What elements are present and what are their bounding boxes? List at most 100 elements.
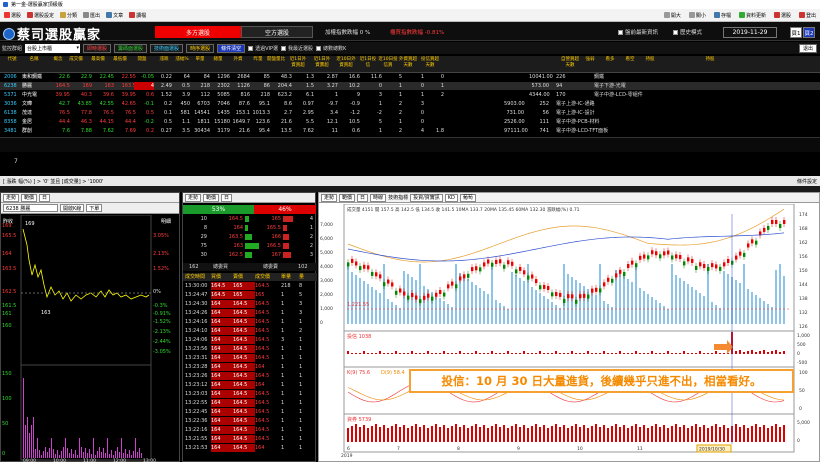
tab-day-3[interactable]: 日 bbox=[357, 193, 369, 202]
column-header[interactable]: 看多 bbox=[600, 57, 620, 63]
page-tab-1[interactable]: 頁1 bbox=[790, 27, 802, 38]
column-header[interactable]: 自營買超天數 bbox=[560, 57, 580, 69]
table-row[interactable]: 8358 金居 44.4 46.3 44.15 44.4 -0.2 0.5 1.1 1811 151… bbox=[0, 118, 820, 126]
stock-select[interactable]: 6238 勝麗 bbox=[3, 204, 58, 212]
column-header[interactable]: 近10日外資買超 bbox=[336, 57, 356, 69]
menu-item-article[interactable]: 文章 bbox=[104, 12, 125, 19]
column-header[interactable]: 昨量 bbox=[248, 57, 268, 63]
chip-select-button[interactable]: 籌碼面選股 bbox=[114, 43, 148, 53]
investor-bar bbox=[503, 353, 505, 354]
candle-body bbox=[671, 255, 674, 260]
column-header[interactable]: 開盤量比 bbox=[266, 57, 286, 63]
realtime-select-button[interactable]: 即時選股 bbox=[83, 43, 112, 53]
column-header[interactable]: 持股 bbox=[700, 57, 720, 63]
update-button[interactable]: 資料更新 bbox=[737, 12, 768, 19]
tab-day-2[interactable]: 日 bbox=[221, 193, 233, 202]
column-header[interactable]: 漲幅% bbox=[172, 57, 192, 63]
table-row[interactable]: 6238 勝麗 164.5 169 163 163.5 4 2.49 0.5 218 2302 112… bbox=[0, 82, 820, 90]
book-cell: 29 bbox=[200, 234, 207, 240]
period-select[interactable]: 時線 bbox=[370, 193, 387, 202]
indicator-select[interactable]: KD bbox=[444, 193, 458, 202]
time-select-button[interactable]: 時序選股 bbox=[186, 43, 215, 53]
candle-body bbox=[503, 264, 506, 269]
source-select[interactable]: 投資/資實訊 bbox=[410, 193, 443, 202]
app-icon bbox=[3, 2, 8, 7]
order-button[interactable]: 下單 bbox=[86, 204, 103, 212]
zoom-in-button[interactable]: 開大 bbox=[662, 12, 683, 19]
menu-item-load[interactable]: 讀檔 bbox=[127, 12, 148, 19]
history-check[interactable]: 歷史模式 bbox=[673, 28, 702, 36]
open-kline-button[interactable]: 開啟K線 bbox=[60, 204, 85, 212]
vip-checkbox[interactable] bbox=[248, 45, 254, 51]
menu-item-export[interactable]: 匯出 bbox=[81, 12, 102, 19]
vip-check[interactable]: 透過VIP選 bbox=[248, 45, 278, 52]
logout-button[interactable]: 登出 bbox=[797, 12, 818, 19]
column-header[interactable]: 外資買超天數 bbox=[398, 57, 418, 69]
history-checkbox[interactable] bbox=[673, 30, 678, 35]
column-header[interactable]: 投信買超天數 bbox=[420, 57, 440, 69]
table-cell: 169 bbox=[82, 83, 92, 89]
column-header[interactable]: 總量 bbox=[208, 57, 228, 63]
style-select[interactable]: 葡萄 bbox=[459, 193, 476, 202]
menu-item-select[interactable]: 選股 bbox=[2, 12, 23, 19]
tab-price-3[interactable]: 範價 bbox=[339, 193, 356, 202]
recent-checkbox[interactable] bbox=[281, 45, 287, 51]
tab-price[interactable]: 範價 bbox=[21, 193, 38, 202]
table-cell: 11.6 bbox=[370, 74, 382, 80]
detail-cell: 164 bbox=[211, 408, 233, 416]
table-row[interactable]: 3036 文曄 42.7 43.85 42.55 42.65 -0.1 0.2 450 6703 7… bbox=[0, 100, 820, 108]
column-header[interactable]: 代號 bbox=[2, 57, 22, 63]
column-header[interactable]: 近1日外資賣超 bbox=[312, 57, 332, 69]
tab-price-2[interactable]: 範價 bbox=[203, 193, 220, 202]
kd-axis-label: 0 bbox=[799, 406, 802, 412]
column-header[interactable]: 成交價 bbox=[66, 57, 86, 63]
total-check[interactable]: 總數總數K bbox=[316, 45, 346, 52]
table-cell: 44.15 bbox=[99, 119, 114, 125]
tech-select-button[interactable]: 技術面選股 bbox=[150, 43, 184, 53]
save-button[interactable]: 存檔 bbox=[712, 12, 733, 19]
tab-short-select[interactable]: 空方選股 bbox=[241, 26, 313, 38]
tab-trend-2[interactable]: 走勢 bbox=[185, 193, 202, 202]
table-cell: 123.6 bbox=[255, 119, 270, 125]
column-header[interactable]: 近1日外資買超 bbox=[288, 57, 308, 69]
column-header[interactable]: 強弱 bbox=[580, 57, 600, 63]
column-header[interactable]: 最高價 bbox=[88, 57, 108, 63]
column-header[interactable]: 看空 bbox=[620, 57, 640, 63]
candle-body bbox=[747, 243, 750, 248]
column-header[interactable]: 近10日投信買 bbox=[378, 57, 398, 69]
investor-bar bbox=[391, 353, 393, 354]
table-row[interactable]: 6138 茂達 76.5 77.8 76.5 76.5 0.5 0.1 581 14541 1435… bbox=[0, 109, 820, 117]
column-header[interactable]: 單量 bbox=[190, 57, 210, 63]
clear-conditions-button[interactable]: 條件清空 bbox=[217, 43, 246, 53]
column-header[interactable]: 漲跌 bbox=[154, 57, 174, 63]
zoom-out-button[interactable]: 關小 bbox=[687, 12, 708, 19]
tab-trend-3[interactable]: 走勢 bbox=[321, 193, 338, 202]
table-row[interactable]: 2006 東和鋼鐵 22.6 22.9 22.45 22.55 -0.05 0.22 64 84 1… bbox=[0, 73, 820, 81]
select-button[interactable]: 選股 bbox=[772, 12, 793, 19]
total-checkbox[interactable] bbox=[316, 45, 322, 51]
column-header[interactable]: 開盤 bbox=[132, 57, 152, 63]
tab-trend[interactable]: 走勢 bbox=[3, 193, 20, 202]
table-row[interactable]: 3481 群創 7.6 7.88 7.62 7.69 0.2 0.27 3.5 30434 3179… bbox=[0, 127, 820, 135]
date-field[interactable]: 2019-11-29 bbox=[723, 27, 777, 38]
column-header[interactable]: 持股 bbox=[640, 57, 660, 63]
tab-day[interactable]: 日 bbox=[39, 193, 51, 202]
table-cell: 16.6 bbox=[348, 74, 360, 80]
detail-row: 13:24:30 164 164.5 164.5 1 3 bbox=[183, 300, 317, 308]
menu-item-category[interactable]: 分類 bbox=[58, 12, 79, 19]
premarket-checkbox[interactable] bbox=[618, 30, 623, 35]
menu-item-settings[interactable]: 選股設定 bbox=[25, 12, 56, 19]
table-row[interactable]: 5371 中光電 39.95 40.3 39.6 39.95 0.6 1.52 3.9 112 50… bbox=[0, 91, 820, 99]
tab-long-select[interactable]: 多方選股 bbox=[155, 26, 241, 38]
column-header[interactable]: 最低價 bbox=[110, 57, 130, 63]
column-header[interactable]: 名稱 bbox=[24, 57, 44, 63]
page-tab-2[interactable]: 頁2 bbox=[803, 27, 815, 38]
list-select[interactable]: 台股上市櫃 ▾ bbox=[25, 43, 81, 53]
premarket-check[interactable]: 盤前最新資訊 bbox=[618, 28, 658, 36]
column-header[interactable]: 概念 bbox=[48, 57, 68, 63]
column-header[interactable]: 近1日投信 bbox=[358, 57, 378, 69]
column-header[interactable]: 外資 bbox=[228, 57, 248, 63]
exit-button[interactable]: 退出 bbox=[798, 43, 817, 53]
recent-check[interactable]: 我最近選股 bbox=[281, 45, 313, 52]
condition-settings-link[interactable]: 條件設定 bbox=[797, 178, 820, 185]
